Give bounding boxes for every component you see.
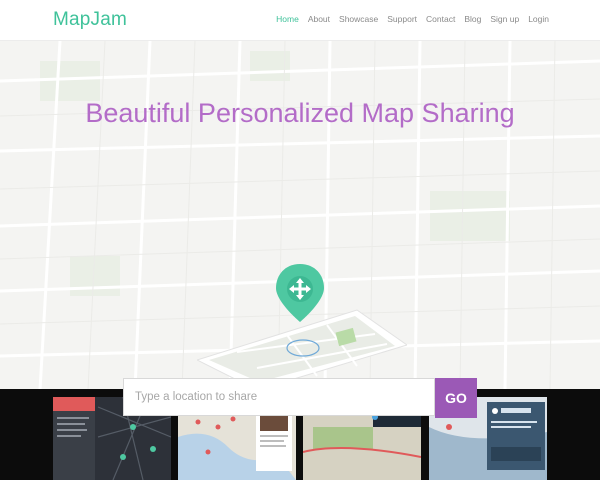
nav-home[interactable]: Home: [276, 14, 299, 24]
hero-headline: Beautiful Personalized Map Sharing: [85, 98, 515, 128]
go-button[interactable]: GO: [435, 378, 477, 418]
location-search-input[interactable]: [123, 378, 435, 416]
nav-signup[interactable]: Sign up: [490, 14, 519, 24]
twitter-icon: [492, 408, 498, 414]
nav-contact[interactable]: Contact: [426, 14, 455, 24]
nav-support[interactable]: Support: [387, 14, 417, 24]
nav-blog[interactable]: Blog: [464, 14, 481, 24]
nav-login[interactable]: Login: [528, 14, 549, 24]
location-search: GO: [123, 378, 477, 418]
logo[interactable]: MapJam: [53, 9, 127, 31]
top-navigation-bar: MapJam Home About Showcase Support Conta…: [0, 0, 600, 41]
location-pin-icon: [276, 264, 324, 322]
main-nav: Home About Showcase Support Contact Blog…: [267, 14, 549, 24]
nav-showcase[interactable]: Showcase: [339, 14, 378, 24]
nav-about[interactable]: About: [308, 14, 330, 24]
